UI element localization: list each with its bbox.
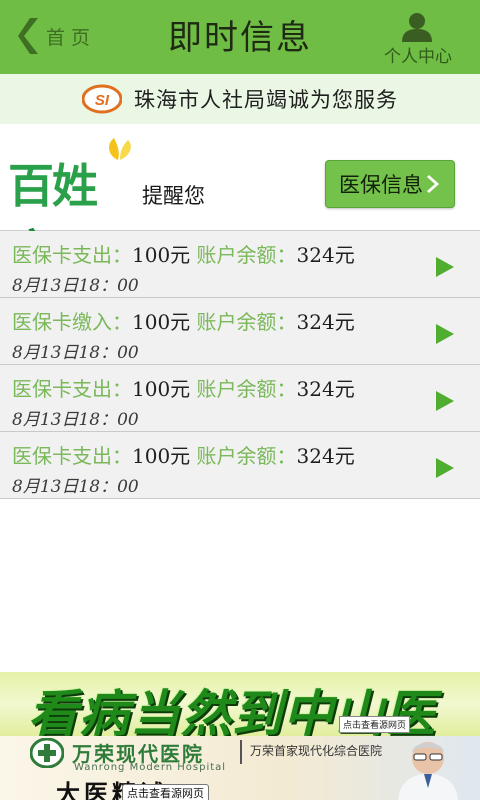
ad-banner-zhongshan[interactable]: 看病当然到中山医院 点击查看源网页 <box>0 672 480 736</box>
hospital-cross-icon <box>30 738 64 768</box>
play-arrow-icon <box>436 257 454 277</box>
record-date: 8月13日18：00 <box>12 343 139 363</box>
balance-value: 324元 <box>296 243 355 267</box>
user-center-label: 个人中心 <box>384 47 452 67</box>
ad2-source-tag[interactable]: 点击查看源网页 <box>122 784 209 800</box>
service-banner: SI 珠海市人社局竭诚为您服务 <box>0 74 480 124</box>
record-row[interactable]: 医保卡支出：100元 账户余额：324元 8月13日18：00 <box>0 432 480 499</box>
ad1-source-tag[interactable]: 点击查看源网页 <box>338 716 410 733</box>
top-bar: 首 页 即时信息 个人中心 <box>0 0 480 74</box>
balance-value: 324元 <box>296 310 355 334</box>
remind-text: 提醒您 <box>142 184 205 208</box>
user-center-button[interactable]: 个人中心 <box>380 10 456 70</box>
ad1-text: 看病当然到中山医院 <box>28 684 436 736</box>
balance-value: 324元 <box>296 377 355 401</box>
play-arrow-icon <box>436 458 454 478</box>
info-button-label: 医保信息 <box>339 173 423 197</box>
brand-name-part1: 百姓 <box>8 159 98 213</box>
record-line: 医保卡缴入：100元 账户余额：324元 <box>12 306 355 335</box>
record-row[interactable]: 医保卡支出：100元 账户余额：324元 8月13日18：00 <box>0 231 480 298</box>
balance-label: 账户余额： <box>196 444 297 468</box>
record-line: 医保卡支出：100元 账户余额：324元 <box>12 440 355 469</box>
record-amount: 100元 <box>132 310 191 334</box>
brand-logo: 百姓康 <box>8 132 138 279</box>
doctor-photo-icon <box>398 742 458 800</box>
ad2-hospital-english: Wanrong Modern Hospital <box>74 762 227 773</box>
balance-value: 324元 <box>296 444 355 468</box>
record-amount: 100元 <box>132 377 191 401</box>
service-banner-text: 珠海市人社局竭诚为您服务 <box>134 88 398 112</box>
si-logo-text: SI <box>95 92 110 109</box>
record-row[interactable]: 医保卡缴入：100元 账户余额：324元 8月13日18：00 <box>0 298 480 365</box>
record-type: 医保卡支出： <box>12 377 132 401</box>
brand-section: 百姓康 提醒您 医保信息 <box>0 124 480 279</box>
balance-label: 账户余额： <box>196 243 297 267</box>
records-list: 医保卡支出：100元 账户余额：324元 8月13日18：00 医保卡缴入：10… <box>0 231 480 499</box>
chevron-right-icon <box>427 175 439 193</box>
record-amount: 100元 <box>132 444 191 468</box>
balance-label: 账户余额： <box>196 377 297 401</box>
record-type: 医保卡支出： <box>12 444 132 468</box>
record-row[interactable]: 医保卡支出：100元 账户余额：324元 8月13日18：00 <box>0 365 480 432</box>
ad2-slogan: 万荣首家现代化综合医院 <box>250 744 383 758</box>
record-line: 医保卡支出：100元 账户余额：324元 <box>12 373 355 402</box>
record-amount: 100元 <box>132 243 191 267</box>
record-date: 8月13日18：00 <box>12 410 139 430</box>
record-type: 医保卡支出： <box>12 243 132 267</box>
user-icon <box>402 13 432 42</box>
play-arrow-icon <box>436 324 454 344</box>
ad2-divider <box>240 740 242 764</box>
record-date: 8月13日18：00 <box>12 276 139 296</box>
play-arrow-icon <box>436 391 454 411</box>
ad-banner-wanrong[interactable]: 万荣现代医院 Wanrong Modern Hospital 万荣首家现代化综合… <box>0 736 480 800</box>
record-line: 医保卡支出：100元 账户余额：324元 <box>12 239 355 268</box>
record-type: 医保卡缴入： <box>12 310 132 334</box>
balance-label: 账户余额： <box>196 310 297 334</box>
medical-insurance-info-button[interactable]: 医保信息 <box>325 160 455 208</box>
social-insurance-logo-icon: SI <box>82 84 122 114</box>
record-date: 8月13日18：00 <box>12 477 139 497</box>
